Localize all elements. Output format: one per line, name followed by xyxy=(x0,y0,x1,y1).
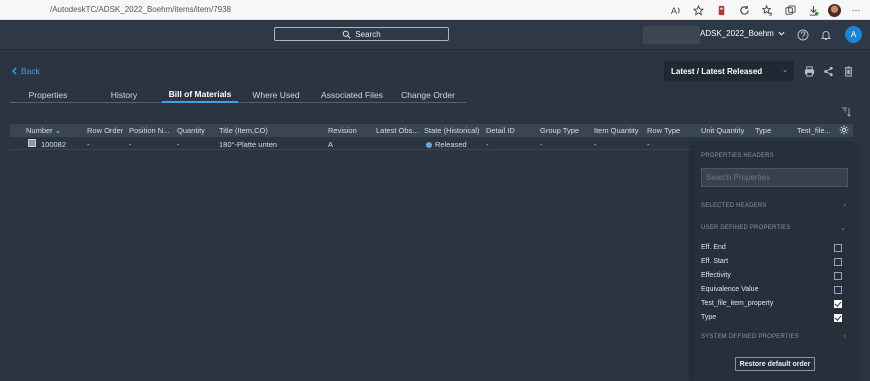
profile-icon[interactable] xyxy=(828,3,841,17)
read-aloud-icon[interactable]: A xyxy=(667,2,683,18)
tenant-name: ADSK_2022_Boehm xyxy=(700,29,774,38)
bell-icon[interactable] xyxy=(819,28,832,41)
cell-row-type: - xyxy=(647,140,650,149)
chevron-down-icon: ⌄ xyxy=(782,67,788,74)
column-latest-obs[interactable]: Latest Obs... xyxy=(376,126,419,135)
column-row-type[interactable]: Row Type xyxy=(647,126,680,135)
cell-group-type: - xyxy=(540,140,543,149)
cell-quantity: - xyxy=(177,140,180,149)
column-title[interactable]: Title (Item,CO) xyxy=(219,126,268,135)
column-filter-icon[interactable] xyxy=(841,106,853,118)
column-test-file[interactable]: Test_file... xyxy=(797,126,831,135)
tenant-logo xyxy=(643,26,700,44)
chevron-down-icon[interactable]: ⌄ xyxy=(840,224,846,232)
cell-revision: A xyxy=(328,140,334,149)
delete-icon[interactable] xyxy=(842,65,854,77)
restore-default-order-button[interactable]: Restore default order xyxy=(735,357,815,371)
column-detail-id[interactable]: Detail ID xyxy=(486,126,515,135)
section-user-defined-properties[interactable]: USER DEFINED PROPERTIES xyxy=(701,225,791,231)
tab-change-order[interactable]: Change Order xyxy=(390,87,466,103)
column-type[interactable]: Type xyxy=(755,126,771,135)
column-revision[interactable]: Revision xyxy=(328,126,357,135)
share-icon[interactable] xyxy=(822,65,834,77)
property-eff-end: Eff. End xyxy=(701,244,726,251)
search-label: Search xyxy=(355,29,381,39)
column-number[interactable]: Number ⌄ xyxy=(26,126,61,135)
status-dot xyxy=(426,142,432,148)
cell-state: Released xyxy=(426,140,467,149)
checkbox-effectivity[interactable] xyxy=(834,272,842,280)
tab-where-used[interactable]: Where Used xyxy=(238,87,314,103)
gear-icon[interactable] xyxy=(839,125,849,137)
back-label: Back xyxy=(21,66,40,76)
cell-detail-id: - xyxy=(486,140,489,149)
table-header: Number ⌄ Row Order Position N... Quantit… xyxy=(10,124,853,137)
section-selected-headers[interactable]: SELECTED HEADERS xyxy=(701,203,767,209)
search-button[interactable]: Search xyxy=(274,27,449,41)
app-header: Search ADSK_2022_Boehm A xyxy=(0,20,870,50)
help-icon[interactable] xyxy=(796,28,809,41)
chevron-down-icon xyxy=(778,31,785,36)
tenant-selector[interactable]: ADSK_2022_Boehm xyxy=(700,29,785,38)
cell-number[interactable]: 100082 xyxy=(41,140,66,149)
chevron-right-icon[interactable]: › xyxy=(844,333,846,340)
checkbox-eff-start[interactable] xyxy=(834,258,842,266)
search-properties-input[interactable] xyxy=(701,168,848,187)
checkbox-type[interactable] xyxy=(834,314,842,322)
cell-item-quantity: - xyxy=(594,140,597,149)
cell-title: 180°-Platte unten xyxy=(219,140,278,149)
column-item-quantity[interactable]: Item Quantity xyxy=(594,126,639,135)
more-icon[interactable]: ··· xyxy=(848,2,864,18)
version-selector[interactable]: Latest / Latest Released ⌄ xyxy=(664,61,794,81)
column-state[interactable]: State (Historical) xyxy=(424,126,479,135)
item-icon xyxy=(28,139,36,147)
extension-icon[interactable] xyxy=(713,2,729,18)
browser-toolbar: /AutodeskTC/ADSK_2022_Boehm/items/item/7… xyxy=(0,0,870,20)
favorites-icon[interactable] xyxy=(759,2,775,18)
property-eff-start: Eff. Start xyxy=(701,258,729,265)
column-group-type[interactable]: Group Type xyxy=(540,126,579,135)
address-bar[interactable]: /AutodeskTC/ADSK_2022_Boehm/items/item/7… xyxy=(50,5,231,14)
collections-icon[interactable] xyxy=(782,2,798,18)
column-quantity[interactable]: Quantity xyxy=(177,126,205,135)
cell-position: - xyxy=(129,140,132,149)
checkbox-eff-end[interactable] xyxy=(834,244,842,252)
property-effectivity: Effectivity xyxy=(701,272,731,279)
add-favorite-icon[interactable] xyxy=(690,2,706,18)
print-icon[interactable] xyxy=(803,65,815,77)
property-type: Type xyxy=(701,314,717,321)
panel-heading-properties-headers: PROPERTIES HEADERS xyxy=(701,153,774,159)
property-test-file-item: Test_file_item_property xyxy=(701,300,774,307)
tab-history[interactable]: History xyxy=(86,87,162,103)
column-unit-quantity[interactable]: Unit Quantity xyxy=(701,126,744,135)
chevron-right-icon[interactable]: › xyxy=(844,202,846,209)
tab-bill-of-materials[interactable]: Bill of Materials xyxy=(162,87,238,103)
downloads-icon[interactable] xyxy=(805,2,821,18)
tab-bar: Properties History Bill of Materials Whe… xyxy=(10,87,466,103)
section-system-defined-properties[interactable]: SYSTEM DEFINED PROPERTIES xyxy=(701,334,799,340)
column-properties-panel: PROPERTIES HEADERS SELECTED HEADERS › US… xyxy=(693,144,858,381)
back-link[interactable]: Back xyxy=(11,66,40,76)
refresh-icon[interactable] xyxy=(736,2,752,18)
column-row-order[interactable]: Row Order xyxy=(87,126,123,135)
search-icon xyxy=(342,30,351,39)
tab-associated-files[interactable]: Associated Files xyxy=(314,87,390,103)
version-label: Latest / Latest Released xyxy=(671,66,763,76)
checkbox-equivalence-value[interactable] xyxy=(834,286,842,294)
chevron-left-icon xyxy=(12,67,17,75)
checkbox-test-file-item[interactable] xyxy=(834,300,842,308)
tab-properties[interactable]: Properties xyxy=(10,87,86,103)
svg-text:A: A xyxy=(670,6,677,16)
cell-row-order: - xyxy=(87,140,90,149)
column-position[interactable]: Position N... xyxy=(129,126,169,135)
avatar[interactable]: A xyxy=(845,26,862,43)
property-equivalence-value: Equivalence Value xyxy=(701,286,759,293)
